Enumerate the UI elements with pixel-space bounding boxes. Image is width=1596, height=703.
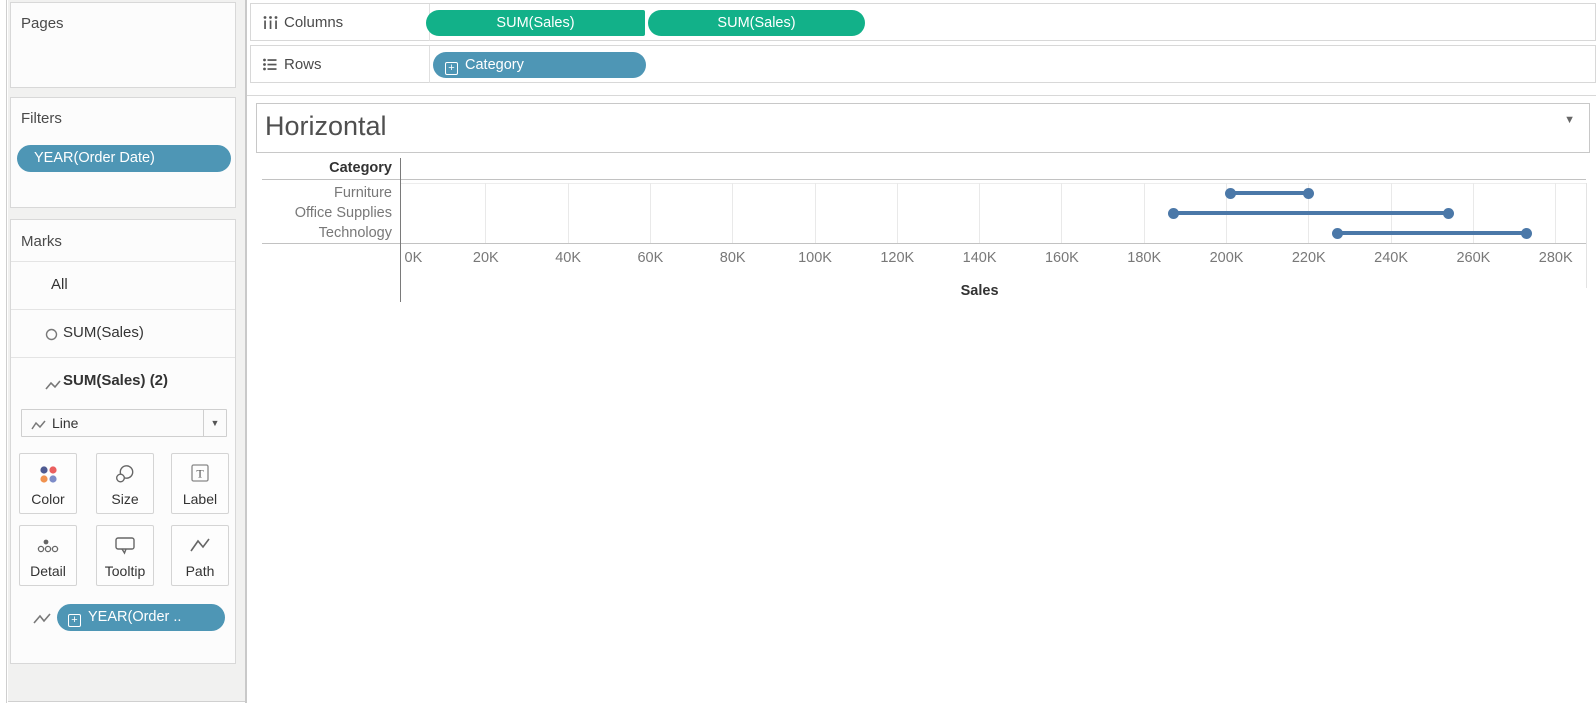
plot-top-border [400, 183, 1586, 184]
gridline [979, 183, 980, 243]
x-tick-label: 40K [555, 250, 581, 266]
x-tick-label: 80K [720, 250, 746, 266]
y-axis-spine [400, 158, 401, 302]
category-label[interactable]: Furniture [142, 183, 392, 203]
gridline [568, 183, 569, 243]
plot-right-border [1586, 183, 1587, 288]
category-label[interactable]: Technology [142, 223, 392, 243]
line-mark[interactable] [1338, 231, 1527, 235]
gridline [650, 183, 651, 243]
x-tick-label: 280K [1539, 250, 1573, 266]
gridline [1144, 183, 1145, 243]
x-tick-label: 60K [637, 250, 663, 266]
x-tick-label: 20K [473, 250, 499, 266]
x-tick-label: 260K [1456, 250, 1490, 266]
x-axis-title: Sales [961, 283, 999, 299]
circle-mark[interactable] [1303, 188, 1314, 199]
gridline [897, 183, 898, 243]
x-tick-label: 220K [1292, 250, 1326, 266]
category-label[interactable]: Office Supplies [142, 203, 392, 223]
x-tick-label: 240K [1374, 250, 1408, 266]
gridline [815, 183, 816, 243]
gridline [485, 183, 486, 243]
chart-area: Category FurnitureOffice SuppliesTechnolo… [0, 0, 1596, 703]
circle-mark[interactable] [1521, 228, 1532, 239]
x-tick-label: 200K [1210, 250, 1244, 266]
circle-mark[interactable] [1225, 188, 1236, 199]
gridline [732, 183, 733, 243]
circle-mark[interactable] [1332, 228, 1343, 239]
x-tick-label: 120K [880, 250, 914, 266]
row-header: Category [142, 160, 392, 176]
circle-mark[interactable] [1443, 208, 1454, 219]
x-tick-label: 100K [798, 250, 832, 266]
gridline [1061, 183, 1062, 243]
x-tick-label: 0K [405, 250, 423, 266]
line-mark[interactable] [1231, 191, 1309, 195]
row-header-divider [262, 179, 1586, 180]
gridline [1555, 183, 1556, 243]
line-mark[interactable] [1173, 211, 1449, 215]
axis-bottom-line [262, 243, 1586, 244]
x-tick-label: 160K [1045, 250, 1079, 266]
x-tick-label: 180K [1127, 250, 1161, 266]
circle-mark[interactable] [1168, 208, 1179, 219]
x-tick-label: 140K [963, 250, 997, 266]
